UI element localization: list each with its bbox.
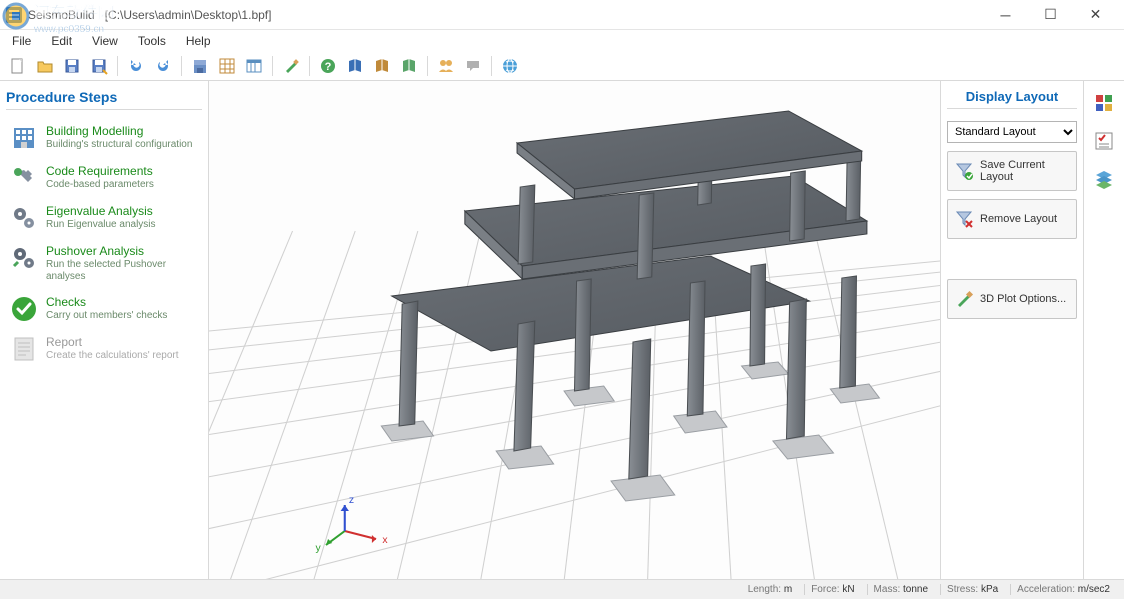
menu-tools[interactable]: Tools	[132, 32, 172, 50]
undo-icon[interactable]	[124, 54, 148, 78]
brush-icon[interactable]	[279, 54, 303, 78]
step-title: Pushover Analysis	[46, 244, 198, 258]
status-force: Force: kN	[804, 584, 860, 595]
status-accel: Acceleration: m/sec2	[1010, 584, 1116, 595]
step-eigenvalue-analysis[interactable]: Eigenvalue AnalysisRun Eigenvalue analys…	[6, 198, 202, 238]
book1-icon[interactable]	[343, 54, 367, 78]
building-icon	[10, 124, 38, 152]
svg-text:?: ?	[325, 61, 332, 73]
step-title: Building Modelling	[46, 124, 192, 138]
help-icon[interactable]: ?	[316, 54, 340, 78]
gears2-icon	[10, 244, 38, 272]
redo-icon[interactable]	[151, 54, 175, 78]
status-mass: Mass: tonne	[867, 584, 934, 595]
display-layout-title: Display Layout	[947, 89, 1077, 109]
layers-icon[interactable]	[1090, 165, 1118, 193]
funnel-remove-icon	[954, 209, 974, 229]
procedure-title: Procedure Steps	[6, 89, 202, 110]
minimize-button[interactable]: ─	[983, 1, 1028, 29]
maximize-button[interactable]: ☐	[1028, 1, 1073, 29]
step-desc: Building's structural configuration	[46, 139, 192, 151]
book2-icon[interactable]	[370, 54, 394, 78]
menu-help[interactable]: Help	[180, 32, 217, 50]
step-title: Eigenvalue Analysis	[46, 204, 156, 218]
check-icon	[10, 295, 38, 323]
menu-edit[interactable]: Edit	[45, 32, 78, 50]
plot-options-label: 3D Plot Options...	[980, 293, 1066, 305]
right-toolstrip	[1084, 81, 1124, 579]
file-path: [C:\Users\admin\Desktop\1.bpf]	[105, 8, 272, 22]
title-bar: SeismoBuild [C:\Users\admin\Desktop\1.bp…	[0, 0, 1124, 30]
palette-icon[interactable]	[1090, 89, 1118, 117]
status-length: Length: m	[742, 584, 799, 595]
svg-text:z: z	[349, 495, 354, 506]
step-desc: Run the selected Pushover analyses	[46, 259, 198, 283]
step-code-requirements[interactable]: Code RequirementsCode-based parameters	[6, 158, 202, 198]
step-title: Checks	[46, 295, 167, 309]
checklist-icon[interactable]	[1090, 127, 1118, 155]
viewport-3d[interactable]: x y z	[209, 81, 941, 579]
step-desc: Carry out members' checks	[46, 310, 167, 322]
chat-icon[interactable]	[461, 54, 485, 78]
display-layout-panel: Display Layout Standard Layout Save Curr…	[941, 81, 1084, 579]
step-building-modelling[interactable]: Building ModellingBuilding's structural …	[6, 118, 202, 158]
step-pushover-analysis[interactable]: Pushover AnalysisRun the selected Pushov…	[6, 238, 202, 289]
open-icon[interactable]	[33, 54, 57, 78]
status-stress: Stress: kPa	[940, 584, 1004, 595]
funnel-save-icon	[954, 161, 974, 181]
new-icon[interactable]	[6, 54, 30, 78]
wrench-icon	[10, 164, 38, 192]
report-icon	[10, 335, 38, 363]
close-button[interactable]: ✕	[1073, 1, 1118, 29]
window-title: SeismoBuild [C:\Users\admin\Desktop\1.bp…	[28, 8, 983, 22]
remove-layout-button[interactable]: Remove Layout	[947, 199, 1077, 239]
toolbar: ?	[0, 51, 1124, 81]
brush-icon	[954, 289, 974, 309]
model-icon[interactable]	[188, 54, 212, 78]
svg-text:y: y	[316, 543, 322, 554]
step-title: Report	[46, 335, 179, 349]
step-report[interactable]: ReportCreate the calculations' report	[6, 329, 202, 369]
save-icon[interactable]	[60, 54, 84, 78]
main-content: Procedure Steps Building ModellingBuildi…	[0, 81, 1124, 579]
saveas-icon[interactable]	[87, 54, 111, 78]
app-icon	[6, 7, 22, 23]
window-controls: ─ ☐ ✕	[983, 1, 1118, 29]
save-layout-button[interactable]: Save Current Layout	[947, 151, 1077, 191]
procedure-panel: Procedure Steps Building ModellingBuildi…	[0, 81, 209, 579]
grid-icon[interactable]	[215, 54, 239, 78]
status-bar: Length: m Force: kN Mass: tonne Stress: …	[0, 579, 1124, 599]
step-desc: Code-based parameters	[46, 179, 154, 191]
menu-file[interactable]: File	[6, 32, 37, 50]
gears-icon	[10, 204, 38, 232]
users-icon[interactable]	[434, 54, 458, 78]
svg-text:x: x	[382, 535, 387, 546]
remove-layout-label: Remove Layout	[980, 213, 1057, 225]
menu-bar: File Edit View Tools Help	[0, 30, 1124, 51]
plot-options-button[interactable]: 3D Plot Options...	[947, 279, 1077, 319]
step-desc: Create the calculations' report	[46, 350, 179, 362]
layout-select[interactable]: Standard Layout	[947, 121, 1077, 143]
step-title: Code Requirements	[46, 164, 154, 178]
menu-view[interactable]: View	[86, 32, 124, 50]
step-desc: Run Eigenvalue analysis	[46, 219, 156, 231]
save-layout-label: Save Current Layout	[980, 159, 1070, 183]
globe-icon[interactable]	[498, 54, 522, 78]
book3-icon[interactable]	[397, 54, 421, 78]
step-checks[interactable]: ChecksCarry out members' checks	[6, 289, 202, 329]
table-icon[interactable]	[242, 54, 266, 78]
app-name: SeismoBuild	[28, 8, 95, 22]
